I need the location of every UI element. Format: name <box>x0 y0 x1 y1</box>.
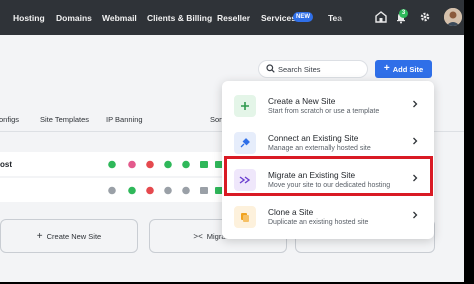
user-photo <box>444 8 462 26</box>
add-site-label: Add Site <box>392 64 424 74</box>
table-row[interactable] <box>0 178 230 202</box>
menu-item-subtitle: Manage an externally hosted site <box>268 145 371 152</box>
chevron-right-icon <box>413 137 418 145</box>
app-screen: Hosting Domains Webmail Clients & Billin… <box>0 0 464 282</box>
menu-item-subtitle: Start from scratch or use a template <box>268 108 380 115</box>
menu-item-connect-site[interactable]: Connect an Existing Site Manage an exter… <box>222 124 434 160</box>
new-badge: NEW <box>293 12 313 22</box>
tab-configs[interactable]: onfigs <box>0 115 19 124</box>
nav-services[interactable]: Services <box>261 13 296 23</box>
menu-item-create-site[interactable]: Create a New Site Start from scratch or … <box>222 87 434 123</box>
top-navigation: Hosting Domains Webmail Clients & Billin… <box>0 0 464 35</box>
plus-icon <box>234 95 256 117</box>
menu-item-subtitle: Duplicate an existing hosted site <box>268 219 369 226</box>
tab-ip-banning[interactable]: IP Banning <box>106 115 143 124</box>
window-frame: Hosting Domains Webmail Clients & Billin… <box>0 0 474 284</box>
search-icon <box>266 64 275 73</box>
nav-domains[interactable]: Domains <box>56 13 92 23</box>
store-icon[interactable] <box>374 10 388 24</box>
chevron-right-icon <box>413 100 418 108</box>
menu-item-title: Clone a Site <box>268 207 314 217</box>
plus-icon: + <box>36 230 43 242</box>
menu-item-clone-site[interactable]: Clone a Site Duplicate an existing hoste… <box>222 198 434 234</box>
search-input[interactable]: Search Sites <box>258 60 368 78</box>
clone-icon <box>234 206 256 228</box>
site-status-icons <box>108 186 223 195</box>
nav-hosting[interactable]: Hosting <box>13 13 45 23</box>
chevron-right-icon <box>413 211 418 219</box>
site-name: ost <box>0 160 12 169</box>
table-row[interactable]: ost <box>0 152 230 176</box>
nav-clients-billing[interactable]: Clients & Billing <box>147 13 212 23</box>
create-new-site-card[interactable]: + Create New Site <box>0 219 138 253</box>
create-new-site-label: Create New Site <box>46 231 102 241</box>
search-placeholder: Search Sites <box>278 65 321 74</box>
menu-item-title: Create a New Site <box>268 96 336 106</box>
highlight-box <box>224 156 433 196</box>
add-site-button[interactable]: + Add Site <box>375 60 432 78</box>
plus-icon: + <box>383 63 390 74</box>
gear-icon[interactable] <box>418 10 432 24</box>
avatar[interactable] <box>444 8 462 26</box>
notification-count: 3 <box>399 9 408 18</box>
site-status-icons <box>108 160 223 169</box>
plug-icon <box>234 132 256 154</box>
nav-reseller[interactable]: Reseller <box>217 13 250 23</box>
tab-site-templates[interactable]: Site Templates <box>40 115 89 124</box>
nav-fade <box>334 0 356 35</box>
nav-webmail[interactable]: Webmail <box>102 13 137 23</box>
migrate-icon: >< <box>193 231 203 241</box>
menu-item-title: Connect an Existing Site <box>268 133 359 143</box>
